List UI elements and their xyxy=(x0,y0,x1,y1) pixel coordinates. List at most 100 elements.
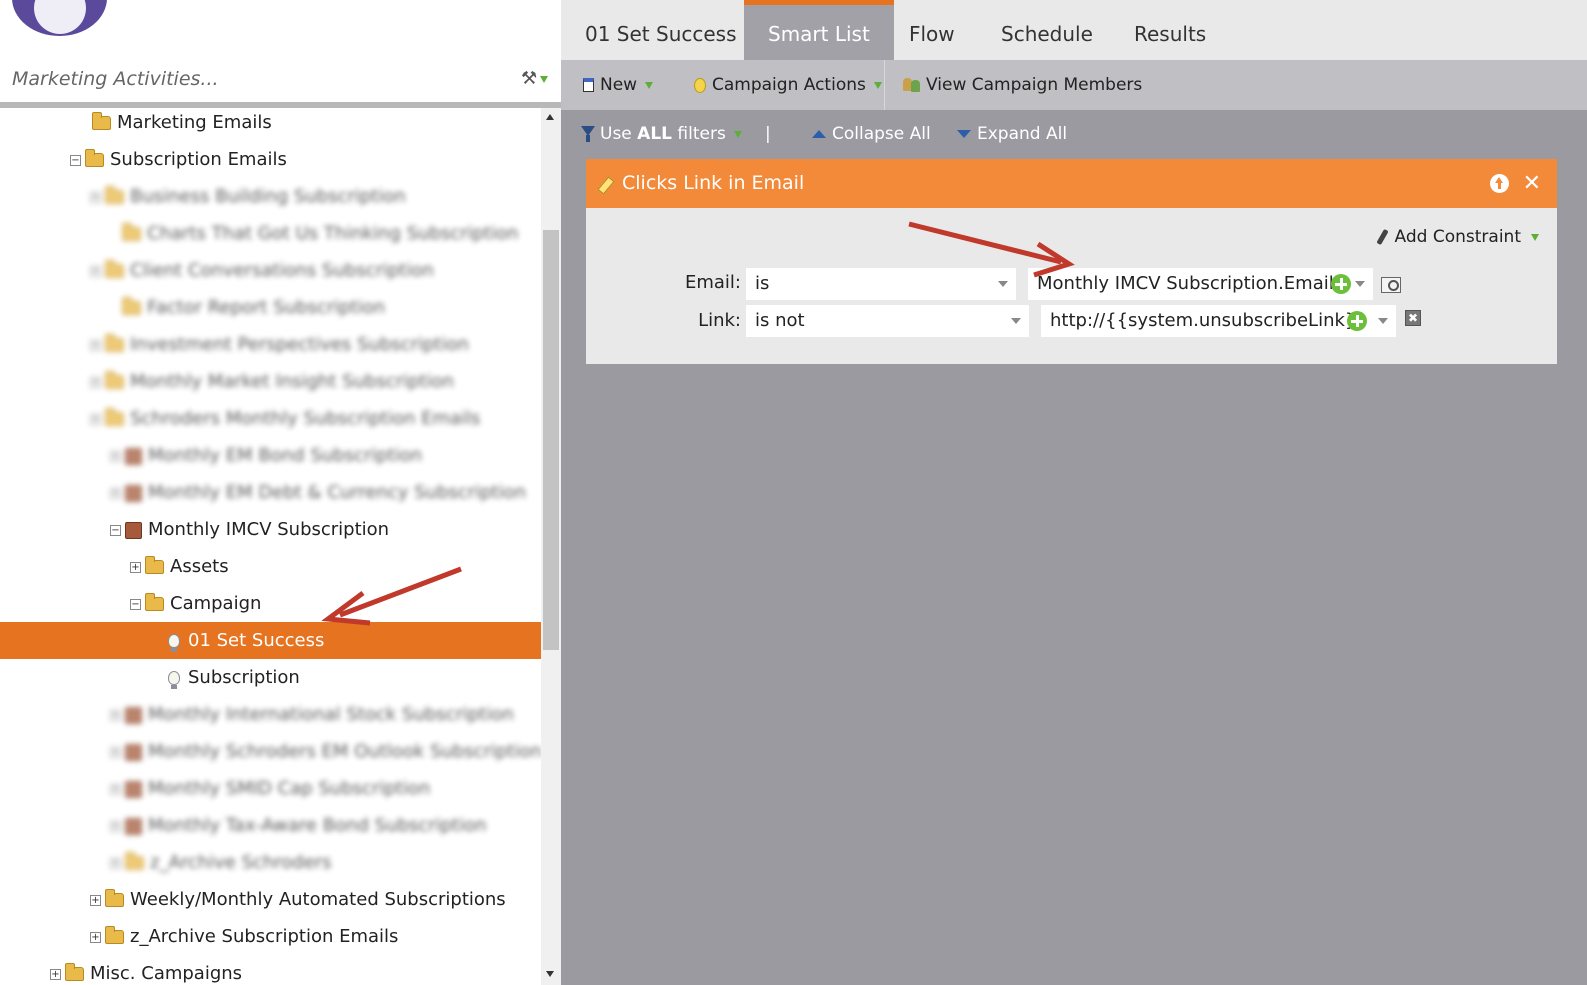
scroll-down-arrow-icon[interactable] xyxy=(546,971,554,977)
tab-results[interactable]: Results xyxy=(1110,0,1230,60)
email-operator-select[interactable]: is xyxy=(746,268,1016,300)
expand-toggle-icon[interactable]: + xyxy=(90,376,101,388)
tree-item[interactable]: + Monthly SMID Cap Subscription xyxy=(110,770,430,807)
tree-filter-icon[interactable]: ⚒ xyxy=(521,68,549,89)
tree-item-label: Monthly Tax-Aware Bond Subscription xyxy=(148,815,487,836)
expand-toggle-icon[interactable]: + xyxy=(90,894,101,906)
scroll-up-arrow-icon[interactable] xyxy=(546,114,554,120)
tree-item[interactable]: + Business Building Subscription xyxy=(90,178,406,215)
expand-toggle-icon[interactable]: + xyxy=(110,746,121,758)
tree-item[interactable]: + Assets xyxy=(130,548,229,585)
app-logo[interactable] xyxy=(12,0,107,36)
expand-all-button[interactable]: Expand All xyxy=(957,110,1067,158)
folder-icon xyxy=(105,186,124,204)
smart-list-filter-card: Clicks Link in Email ✕ Add Constraint Em… xyxy=(586,159,1557,364)
expand-toggle-icon[interactable]: + xyxy=(110,450,121,462)
tree-item[interactable]: + Monthly EM Debt & Currency Subscription xyxy=(110,474,526,511)
campaign-workspace: 01 Set Success Smart List Flow Schedule … xyxy=(561,0,1587,985)
expand-toggle-icon[interactable]: + xyxy=(110,857,121,869)
tree-item[interactable]: + Monthly International Stock Subscriptio… xyxy=(110,696,514,733)
tree-item-selected[interactable]: 01 Set Success xyxy=(0,622,541,659)
scroll-thumb[interactable] xyxy=(543,230,559,650)
new-button[interactable]: New xyxy=(583,60,654,110)
collapse-toggle-icon[interactable]: − xyxy=(70,154,81,166)
tree-item[interactable]: + Weekly/Monthly Automated Subscriptions xyxy=(90,881,506,918)
expand-toggle-icon[interactable]: + xyxy=(90,931,101,943)
tab-campaign-name[interactable]: 01 Set Success xyxy=(561,0,761,60)
tree-item[interactable]: Factor Report Subscription xyxy=(105,289,385,326)
tab-smart-list[interactable]: Smart List xyxy=(744,0,894,60)
email-value-select[interactable]: Monthly IMCV Subscription.Email xyxy=(1028,268,1373,300)
expand-toggle-icon[interactable]: + xyxy=(110,783,121,795)
filter-bar: Use ALL filters | Collapse All Expand Al… xyxy=(561,110,1587,158)
use-all-filters-dropdown[interactable]: Use ALL filters xyxy=(581,110,742,158)
collapse-toggle-icon[interactable]: − xyxy=(110,524,121,536)
tree-item[interactable]: − Campaign xyxy=(130,585,261,622)
folder-icon xyxy=(65,963,84,981)
tree-item-label: Factor Report Subscription xyxy=(147,297,386,318)
tree-item[interactable]: Subscription xyxy=(168,659,300,696)
tree-item[interactable]: + Monthly EM Bond Subscription xyxy=(110,437,422,474)
folder-icon xyxy=(105,408,124,426)
tree-item-label: Subscription Emails xyxy=(110,149,287,170)
campaign-actions-button[interactable]: Campaign Actions xyxy=(694,60,882,110)
tree-item-label: Marketing Emails xyxy=(117,112,272,133)
folder-icon xyxy=(92,112,111,130)
expand-toggle-icon[interactable]: + xyxy=(110,709,121,721)
expand-toggle-icon[interactable]: + xyxy=(90,339,101,351)
add-constraint-button[interactable]: Add Constraint xyxy=(1374,227,1539,247)
expand-toggle-icon[interactable]: + xyxy=(110,487,121,499)
tree-item[interactable]: Marketing Emails xyxy=(75,108,272,141)
expand-toggle-icon[interactable]: + xyxy=(130,561,141,573)
tree-item[interactable]: + Investment Perspectives Subscription xyxy=(90,326,469,363)
new-document-icon xyxy=(583,78,594,92)
trigger-pencil-icon xyxy=(598,176,614,192)
folder-icon xyxy=(122,223,141,241)
tree-item[interactable]: + Monthly Market Insight Subscription xyxy=(90,363,454,400)
tree-item[interactable]: + z_Archive Schroders xyxy=(110,844,332,881)
add-value-icon[interactable] xyxy=(1331,274,1351,294)
tab-schedule[interactable]: Schedule xyxy=(977,0,1117,60)
tree-item[interactable]: + Client Conversations Subscription xyxy=(90,252,434,289)
view-campaign-members-button[interactable]: View Campaign Members xyxy=(902,60,1142,110)
chevron-down-icon xyxy=(998,281,1008,287)
tree-item[interactable]: − Monthly IMCV Subscription xyxy=(110,511,389,548)
tree-item-label: Client Conversations Subscription xyxy=(130,260,434,281)
expand-toggle-icon[interactable]: + xyxy=(50,968,61,980)
add-value-icon[interactable] xyxy=(1347,311,1367,331)
lookup-icon[interactable] xyxy=(1381,277,1401,293)
link-operator-select[interactable]: is not xyxy=(746,305,1029,337)
chevron-down-icon xyxy=(1378,318,1388,324)
remove-constraint-icon[interactable]: ✖ xyxy=(1405,310,1421,326)
expand-toggle-icon[interactable]: + xyxy=(90,413,101,425)
tab-flow[interactable]: Flow xyxy=(885,0,979,60)
expand-toggle-icon[interactable]: + xyxy=(110,820,121,832)
program-icon xyxy=(125,484,142,502)
tree-scrollbar[interactable] xyxy=(541,108,561,985)
tree-item[interactable]: Charts That Got Us Thinking Subscription xyxy=(105,215,518,252)
move-up-icon[interactable] xyxy=(1489,174,1509,193)
folder-icon xyxy=(105,334,124,352)
tree-item-label: Monthly IMCV Subscription xyxy=(148,519,390,540)
tree-item-label: Subscription xyxy=(188,667,300,688)
tree-item[interactable]: + Monthly Schroders EM Outlook Subscripti… xyxy=(110,733,541,770)
tree-item-label: Schroders Monthly Subscription Emails xyxy=(130,408,481,429)
tree-item[interactable]: + Schroders Monthly Subscription Emails xyxy=(90,400,480,437)
folder-icon xyxy=(145,556,164,574)
expand-toggle-icon[interactable]: + xyxy=(90,265,101,277)
tree-item[interactable]: + Misc. Campaigns xyxy=(50,955,242,985)
collapse-toggle-icon[interactable]: − xyxy=(130,598,141,610)
close-icon[interactable]: ✕ xyxy=(1523,159,1541,208)
program-icon xyxy=(125,780,142,798)
tree-item[interactable]: − Subscription Emails xyxy=(70,141,287,178)
link-value-select[interactable]: http://{{system.unsubscribeLink}} xyxy=(1041,305,1396,337)
tree-item[interactable]: + z_Archive Subscription Emails xyxy=(90,918,398,955)
search-input[interactable]: Marketing Activities... xyxy=(12,68,502,90)
collapse-all-button[interactable]: Collapse All xyxy=(812,110,931,158)
campaign-actions-label: Campaign Actions xyxy=(712,75,866,95)
expand-toggle-icon[interactable]: + xyxy=(90,191,101,203)
folder-icon xyxy=(125,852,144,870)
folder-icon xyxy=(105,260,124,278)
tree-item[interactable]: + Monthly Tax-Aware Bond Subscription xyxy=(110,807,486,844)
filter-header[interactable]: Clicks Link in Email ✕ xyxy=(586,159,1557,208)
